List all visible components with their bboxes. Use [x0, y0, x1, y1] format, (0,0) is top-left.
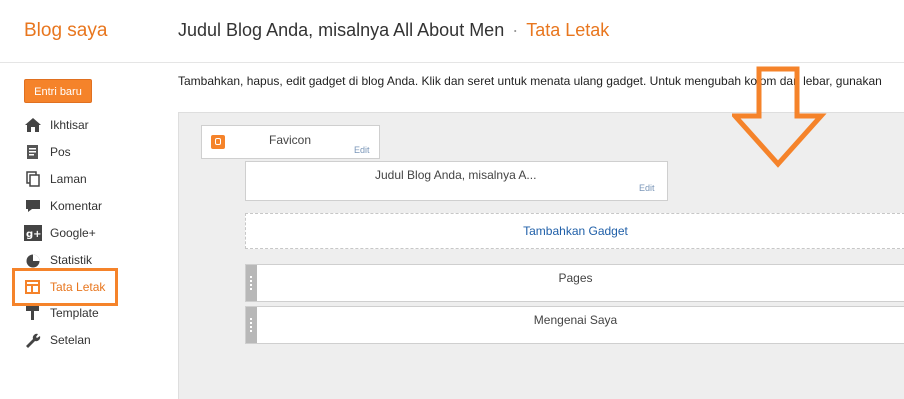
template-icon [26, 306, 39, 320]
sidebar-item-ikhtisar[interactable]: Ikhtisar [24, 115, 89, 135]
pages-gadget[interactable]: Pages [245, 264, 904, 302]
sidebar-item-statistik[interactable]: Statistik [24, 250, 92, 270]
about-gadget[interactable]: Mengenai Saya [245, 306, 904, 344]
sidebar-item-pos[interactable]: Pos [24, 142, 71, 162]
blogger-icon [211, 135, 225, 149]
brand-link[interactable]: Blog saya [24, 20, 107, 42]
sidebar-item-label: Setelan [50, 333, 91, 347]
stats-icon [26, 254, 40, 268]
layout-icon [25, 280, 40, 294]
sidebar-item-label: Tata Letak [50, 280, 106, 294]
blog-title[interactable]: Judul Blog Anda, misalnya All About Men [178, 20, 504, 40]
header-edit-link[interactable]: Edit [639, 183, 655, 193]
gadget-title: Judul Blog Anda, misalnya A... [375, 168, 537, 182]
title-separator: · [512, 20, 519, 40]
down-arrow-annotation [732, 66, 827, 168]
svg-text:g+: g+ [26, 229, 42, 240]
section-title: Tata Letak [526, 20, 610, 40]
gadget-title: Pages [558, 271, 593, 285]
pages-icon [26, 171, 40, 187]
sidebar-item-label: Ikhtisar [50, 118, 89, 132]
sidebar-item-komentar[interactable]: Komentar [24, 196, 102, 216]
header-gadget[interactable]: Judul Blog Anda, misalnya A... Edit [245, 161, 668, 201]
sidebar-item-template[interactable]: Template [24, 303, 99, 323]
gadget-title: Mengenai Saya [533, 313, 618, 327]
sidebar-item-laman[interactable]: Laman [24, 169, 87, 189]
wrench-icon [26, 333, 41, 348]
sidebar-item-tata-letak[interactable]: Tata Letak [24, 277, 105, 297]
sidebar-item-label: Template [50, 306, 99, 320]
new-post-button[interactable]: Entri baru [24, 79, 92, 103]
sidebar-item-google-plus[interactable]: g+ Google+ [24, 223, 96, 243]
favicon-edit-link[interactable]: Edit [354, 145, 370, 155]
sidebar: Entri baru Ikhtisar Pos Laman Komentar g… [0, 63, 170, 398]
page-title: Judul Blog Anda, misalnya All About Men ·… [178, 20, 609, 41]
home-icon [25, 118, 41, 132]
favicon-gadget[interactable]: Favicon Edit [201, 125, 380, 159]
sidebar-item-label: Google+ [50, 226, 96, 240]
gadget-title: Favicon [269, 133, 312, 147]
top-header: Blog saya Judul Blog Anda, misalnya All … [0, 0, 904, 63]
sidebar-item-label: Pos [50, 145, 71, 159]
sidebar-item-setelan[interactable]: Setelan [24, 330, 91, 350]
comment-icon [26, 200, 40, 212]
sidebar-item-label: Komentar [50, 199, 103, 213]
google-plus-icon: g+ [24, 225, 42, 241]
sidebar-item-label: Laman [50, 172, 87, 186]
posts-icon [27, 145, 38, 159]
add-gadget-button[interactable]: Tambahkan Gadget [245, 213, 904, 249]
sidebar-item-label: Statistik [50, 253, 93, 267]
